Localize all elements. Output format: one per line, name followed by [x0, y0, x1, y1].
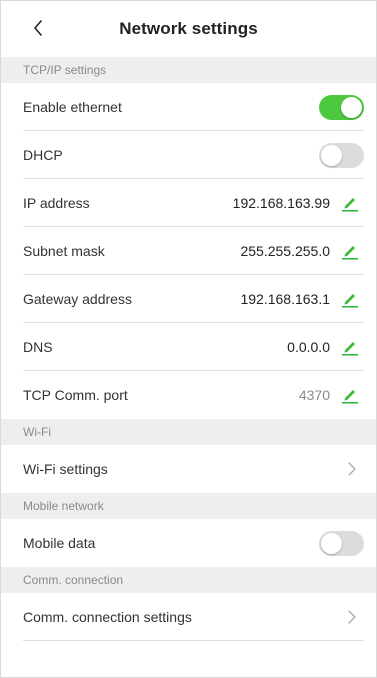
chevron-right-icon — [344, 461, 360, 477]
wifi-settings-label: Wi-Fi settings — [23, 461, 108, 477]
tcp-comm-port-label: TCP Comm. port — [23, 387, 128, 403]
mobile-data-row[interactable]: Mobile data — [1, 519, 376, 567]
dns-row[interactable]: DNS 0.0.0.0 — [1, 323, 376, 371]
subnet-mask-row[interactable]: Subnet mask 255.255.255.0 — [1, 227, 376, 275]
toggle-knob — [341, 96, 362, 118]
header-bar: Network settings — [1, 1, 376, 57]
comm-connection-settings-label: Comm. connection settings — [23, 609, 192, 625]
toggle-knob — [321, 144, 342, 166]
enable-ethernet-toggle[interactable] — [319, 94, 364, 120]
chevron-right-icon — [344, 609, 360, 625]
pencil-edit-icon[interactable] — [340, 241, 360, 261]
comm-connection-settings-row[interactable]: Comm. connection settings — [1, 593, 376, 641]
section-header-tcpip: TCP/IP settings — [1, 57, 376, 83]
pencil-edit-icon[interactable] — [340, 193, 360, 213]
subnet-mask-value: 255.255.255.0 — [240, 243, 330, 259]
network-settings-screen: Network settings TCP/IP settings Enable … — [0, 0, 377, 678]
gateway-address-row[interactable]: Gateway address 192.168.163.1 — [1, 275, 376, 323]
section-header-comm-connection: Comm. connection — [1, 567, 376, 593]
pencil-edit-icon[interactable] — [340, 289, 360, 309]
dns-value: 0.0.0.0 — [287, 339, 330, 355]
pencil-edit-icon[interactable] — [340, 337, 360, 357]
dhcp-toggle[interactable] — [319, 142, 364, 168]
gateway-address-label: Gateway address — [23, 291, 132, 307]
subnet-mask-label: Subnet mask — [23, 243, 105, 259]
ip-address-label: IP address — [23, 195, 90, 211]
pencil-edit-icon[interactable] — [340, 385, 360, 405]
enable-ethernet-row[interactable]: Enable ethernet — [1, 83, 376, 131]
section-header-mobile-network: Mobile network — [1, 493, 376, 519]
ip-address-row[interactable]: IP address 192.168.163.99 — [1, 179, 376, 227]
tcp-comm-port-value: 4370 — [298, 387, 330, 403]
section-header-wifi: Wi-Fi — [1, 419, 376, 445]
mobile-data-toggle[interactable] — [319, 530, 364, 556]
mobile-data-label: Mobile data — [23, 535, 96, 551]
page-title: Network settings — [119, 19, 258, 38]
chevron-left-icon[interactable] — [27, 17, 49, 39]
gateway-address-value: 192.168.163.1 — [240, 291, 330, 307]
tcp-comm-port-row[interactable]: TCP Comm. port 4370 — [1, 371, 376, 419]
dhcp-label: DHCP — [23, 147, 63, 163]
toggle-knob — [321, 532, 342, 554]
dhcp-row[interactable]: DHCP — [1, 131, 376, 179]
dns-label: DNS — [23, 339, 53, 355]
wifi-settings-row[interactable]: Wi-Fi settings — [1, 445, 376, 493]
enable-ethernet-label: Enable ethernet — [23, 99, 122, 115]
ip-address-value: 192.168.163.99 — [232, 195, 330, 211]
